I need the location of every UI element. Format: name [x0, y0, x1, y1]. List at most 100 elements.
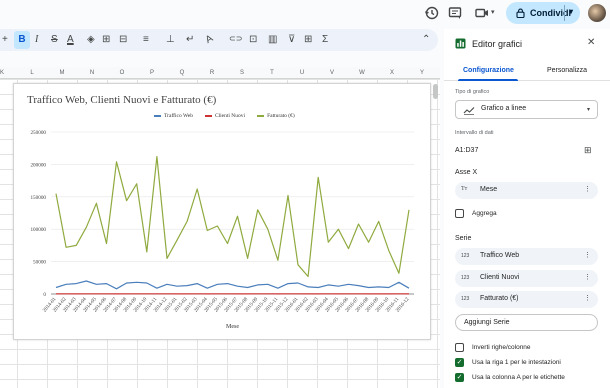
line-chart-icon [463, 107, 475, 115]
video-call-icon[interactable] [474, 5, 490, 21]
column-header[interactable]: W [347, 70, 377, 76]
top-bar: ▾ Condividi ▾ [0, 0, 610, 27]
share-divider [564, 5, 565, 21]
align-icon[interactable]: ≡ [143, 34, 149, 45]
merge-cells-icon[interactable]: ⊟ [119, 34, 127, 45]
dropdown-icon: ▾ [586, 107, 590, 113]
history-icon[interactable] [424, 5, 440, 21]
collapse-toolbar-icon[interactable]: ⌃ [422, 34, 430, 45]
column-header[interactable]: S [227, 70, 257, 76]
x-axis-header: Asse X [455, 169, 478, 176]
select-range-icon[interactable]: ⊞ [584, 145, 592, 156]
bold-button[interactable]: B [14, 31, 30, 49]
more-options-icon[interactable]: ⋮ [584, 251, 591, 259]
column-headers: K L M N O P Q R S T U V W X Y [0, 67, 440, 79]
number-type-icon: 123 [461, 296, 470, 302]
text-rotation-icon[interactable]: A [204, 33, 215, 46]
filter-icon[interactable]: ⊽ [288, 34, 295, 45]
add-series-button[interactable]: Aggiungi Serie [455, 314, 598, 331]
vertical-align-icon[interactable]: ⊥ [166, 34, 175, 45]
insert-chart-icon[interactable]: ▥ [268, 34, 277, 45]
comment-icon[interactable] [447, 5, 463, 21]
header-row-option[interactable]: ✓ Usa la riga 1 per le intestazioni [455, 358, 561, 367]
switch-rows-columns-option[interactable]: Inverti righe/colonne [455, 343, 531, 352]
tab-configurazione[interactable]: Configurazione [463, 67, 514, 74]
column-header[interactable]: P [137, 70, 167, 76]
column-header[interactable]: L [17, 70, 47, 76]
more-options-icon[interactable]: ⋮ [584, 294, 591, 302]
column-header[interactable]: K [0, 70, 17, 76]
series-line [55, 280, 410, 290]
filter-views-icon[interactable]: ⊞ [304, 34, 312, 45]
header-row-checkbox[interactable]: ✓ [455, 358, 464, 367]
label-column-checkbox[interactable]: ✓ [455, 373, 464, 382]
fill-color-icon[interactable]: ◈ [87, 34, 95, 45]
close-icon[interactable]: ✕ [587, 37, 595, 48]
range-label: Intervallo di dati [455, 130, 494, 136]
y-tick-label: 150000 [30, 195, 46, 201]
header-row-label: Usa la riga 1 per le intestazioni [472, 359, 561, 366]
column-header[interactable]: N [77, 70, 107, 76]
column-header[interactable]: O [107, 70, 137, 76]
avatar[interactable] [588, 4, 606, 22]
column-header[interactable]: Q [167, 70, 197, 76]
borders-icon[interactable]: ⊞ [102, 34, 110, 45]
insert-comment-icon[interactable]: ⊡ [249, 34, 257, 45]
series-item[interactable]: 123 Clienti Nuovi ⋮ [455, 270, 598, 287]
series-item[interactable]: 123 Fatturato (€) ⋮ [455, 291, 598, 308]
series-name: Traffico Web [480, 252, 520, 259]
switch-rows-columns-checkbox[interactable] [455, 343, 464, 352]
function-icon[interactable]: Σ [322, 34, 328, 45]
text-type-icon: Tт [461, 186, 468, 192]
aggregate-checkbox[interactable] [455, 209, 464, 218]
switch-rows-columns-label: Inverti righe/colonne [472, 344, 531, 351]
aggregate-label: Aggrega [472, 210, 497, 217]
label-column-label: Usa la colonna A per le etichette [472, 374, 565, 381]
embedded-chart[interactable]: Traffico Web, Clienti Nuovi e Fatturato … [13, 83, 431, 340]
aggregate-option[interactable]: Aggrega [455, 209, 497, 218]
column-header[interactable]: T [257, 70, 287, 76]
share-caret-icon[interactable]: ▾ [569, 7, 573, 16]
x-axis-value: Mese [480, 186, 498, 193]
chart-type-value: Grafico a linee [481, 105, 527, 112]
chart-type-label: Tipo di grafico [455, 89, 490, 95]
italic-button[interactable]: I [35, 34, 38, 45]
y-tick-label: 0 [43, 292, 46, 298]
text-wrap-icon[interactable]: ↵ [186, 34, 194, 45]
series-header: Serie [455, 235, 472, 242]
series-line [55, 155, 410, 278]
editor-tabs: Configurazione Personalizza [444, 65, 610, 81]
number-type-icon: 123 [461, 253, 470, 259]
x-axis-item[interactable]: Tт Mese ⋮ [455, 182, 598, 199]
panel-header: Editor grafici ✕ [444, 29, 610, 59]
vertical-scrollbar[interactable] [433, 84, 438, 99]
series-name: Fatturato (€) [480, 295, 519, 302]
series-item[interactable]: 123 Traffico Web ⋮ [455, 248, 598, 265]
number-type-icon: 123 [461, 275, 470, 281]
video-call-caret-icon[interactable]: ▾ [491, 8, 495, 16]
panel-title: Editor grafici [472, 39, 523, 49]
column-header[interactable]: U [287, 70, 317, 76]
more-options-icon[interactable]: ⋮ [584, 273, 591, 281]
label-column-option[interactable]: ✓ Usa la colonna A per le etichette [455, 373, 565, 382]
column-header[interactable]: Y [407, 70, 437, 76]
column-header[interactable]: R [197, 70, 227, 76]
column-header[interactable]: V [317, 70, 347, 76]
chart-editor-icon [455, 38, 466, 49]
tab-personalizza[interactable]: Personalizza [547, 67, 587, 74]
chart-plot: 0500001000001500002000002500002014-01201… [30, 130, 414, 330]
strikethrough-button[interactable]: S [51, 34, 58, 45]
more-options-icon[interactable]: ⋮ [584, 185, 591, 193]
text-color-button[interactable]: A [67, 34, 74, 45]
chart-type-select[interactable]: Grafico a linee ▾ [455, 100, 598, 119]
column-header[interactable]: X [377, 70, 407, 76]
series-name: Clienti Nuovi [480, 274, 520, 281]
link-icon[interactable]: ⊂⊃ [229, 34, 242, 43]
active-tab-indicator [458, 79, 518, 81]
range-value[interactable]: A1:D37 [455, 147, 478, 154]
column-header[interactable]: M [47, 70, 77, 76]
more-icon[interactable]: + [2, 34, 8, 45]
share-button[interactable]: Condividi ▾ [506, 2, 580, 24]
x-axis-title: Mese [226, 324, 239, 330]
y-tick-label: 250000 [30, 130, 46, 136]
